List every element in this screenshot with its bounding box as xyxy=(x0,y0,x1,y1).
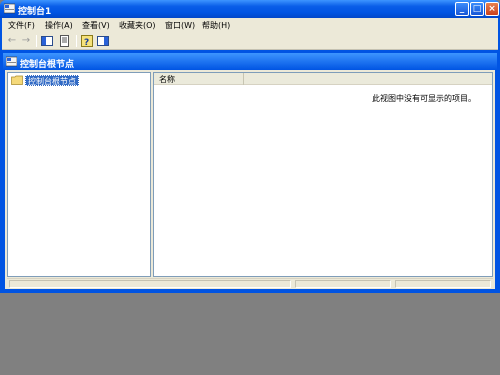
tree-pane[interactable]: 控制台根节点 xyxy=(7,72,151,277)
child-window: 控制台根节点 控制台根节点 名称 此视图中没有可显示的项目。 xyxy=(3,53,497,291)
help-icon[interactable]: ? xyxy=(81,35,93,47)
console-root-icon xyxy=(6,56,17,67)
status-segment xyxy=(9,280,291,288)
toolbar-separator xyxy=(76,35,77,47)
maximize-button[interactable]: □ xyxy=(470,2,484,16)
child-window-title: 控制台根节点 xyxy=(20,60,75,70)
menu-favorites[interactable]: 收藏夹(O) xyxy=(119,20,156,31)
list-column-header: 名称 xyxy=(154,73,492,85)
window-title: 控制台1 xyxy=(18,7,52,17)
forward-icon[interactable]: → xyxy=(20,35,32,47)
column-name-label: 名称 xyxy=(159,75,175,84)
status-segment xyxy=(395,280,491,288)
console-app-icon xyxy=(4,3,15,14)
child-title-bar[interactable]: 控制台根节点 xyxy=(3,53,497,70)
toolbar: ← → ? xyxy=(2,32,498,50)
menu-file[interactable]: 文件(F) xyxy=(8,20,35,31)
show-hide-tree-icon[interactable] xyxy=(41,35,53,47)
result-pane[interactable]: 名称 此视图中没有可显示的项目。 xyxy=(153,72,493,277)
main-window: 控制台1 _ □ × 文件(F) 操作(A) 查看(V) 收藏夹(O) 窗口(W… xyxy=(0,0,500,293)
menu-bar: 文件(F) 操作(A) 查看(V) 收藏夹(O) 窗口(W) 帮助(H) xyxy=(2,18,498,32)
minimize-button[interactable]: _ xyxy=(455,2,469,16)
menu-help[interactable]: 帮助(H) xyxy=(202,20,230,31)
toolbar-separator xyxy=(36,35,37,47)
svg-text:?: ? xyxy=(84,38,89,47)
status-segment xyxy=(295,280,391,288)
close-button[interactable]: × xyxy=(485,2,499,16)
menu-window[interactable]: 窗口(W) xyxy=(165,20,195,31)
back-icon[interactable]: ← xyxy=(6,35,18,47)
folder-icon xyxy=(11,75,23,85)
tree-item-label[interactable]: 控制台根节点 xyxy=(25,75,79,86)
show-hide-action-pane-icon[interactable] xyxy=(97,35,109,47)
menu-view[interactable]: 查看(V) xyxy=(82,20,110,31)
status-bar xyxy=(7,278,493,288)
title-bar[interactable]: 控制台1 _ □ × xyxy=(0,0,500,18)
console-body: 控制台根节点 名称 此视图中没有可显示的项目。 xyxy=(5,70,495,289)
column-name-header[interactable]: 名称 xyxy=(154,73,244,85)
properties-icon[interactable] xyxy=(59,35,71,47)
menu-action[interactable]: 操作(A) xyxy=(45,20,73,31)
empty-view-message: 此视图中没有可显示的项目。 xyxy=(372,94,476,103)
